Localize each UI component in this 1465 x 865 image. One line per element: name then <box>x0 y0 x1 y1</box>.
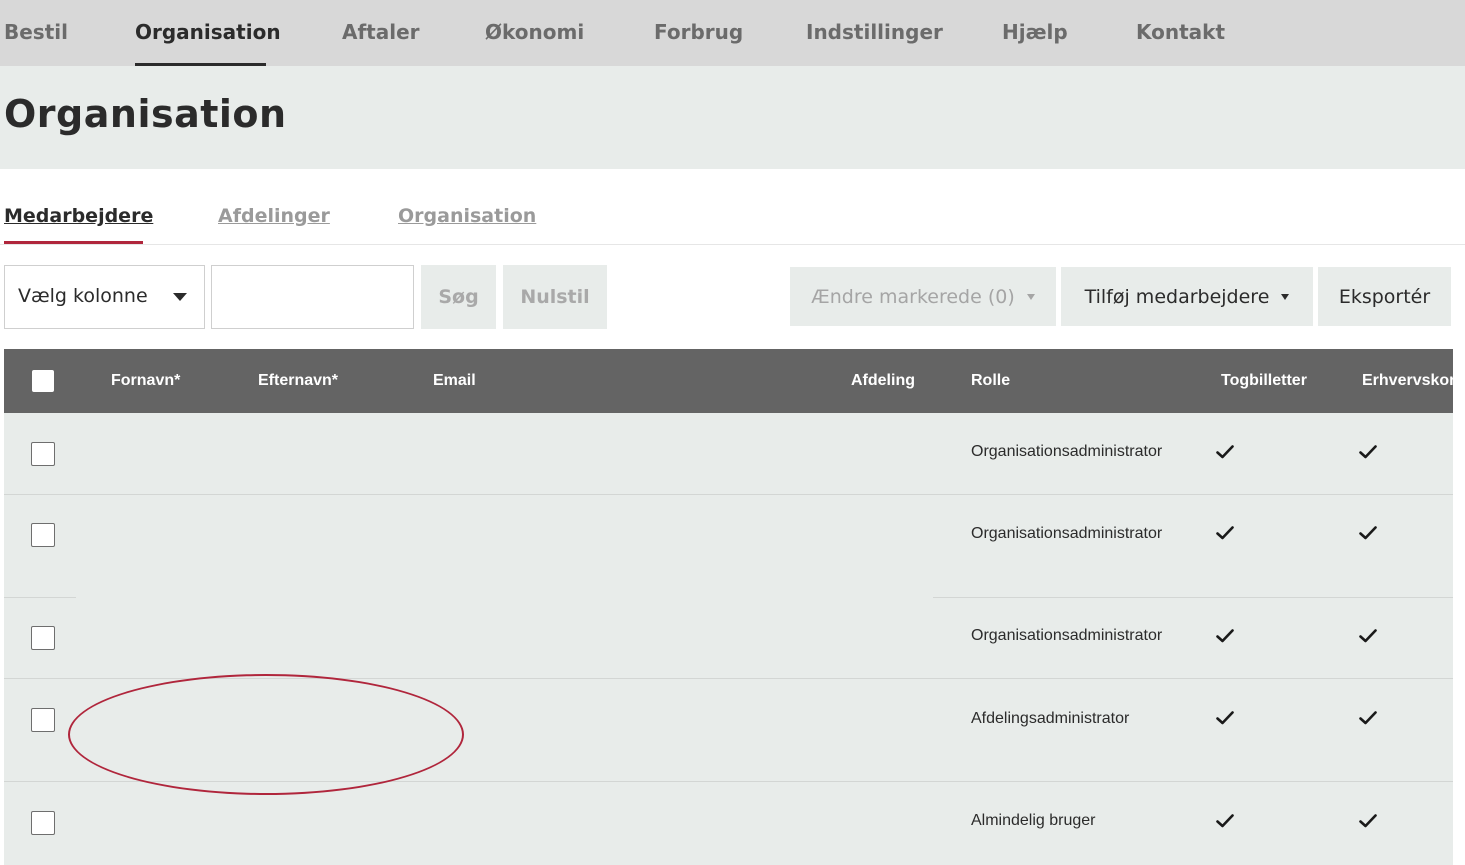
tab-afdelinger[interactable]: Afdelinger <box>218 205 330 227</box>
checkmark-icon <box>1216 711 1234 725</box>
nav-item-organisation[interactable]: Organisation <box>135 20 281 44</box>
tab-medarbejdere[interactable]: Medarbejdere <box>4 205 153 227</box>
table-row[interactable]: Almindelig bruger <box>4 782 1453 865</box>
table-row[interactable]: Organisationsadministrator <box>4 598 1453 678</box>
page-title: Organisation <box>4 92 287 136</box>
nav-item-hjaelp[interactable]: Hjælp <box>1002 20 1068 44</box>
reset-button-label: Nulstil <box>520 286 590 308</box>
role-cell: Organisationsadministrator <box>971 443 1163 460</box>
checkmark-icon <box>1359 445 1377 459</box>
table-row[interactable]: Organisationsadministrator <box>4 413 1453 494</box>
add-employees-label: Tilføj medarbejdere <box>1084 285 1270 308</box>
select-all-checkbox[interactable] <box>32 370 54 392</box>
nav-item-okonomi[interactable]: Økonomi <box>485 20 584 44</box>
change-selected-label: Ændre markerede (0) <box>811 285 1015 308</box>
chevron-down-icon <box>1281 293 1290 300</box>
nav-item-kontakt[interactable]: Kontakt <box>1136 20 1225 44</box>
checkmark-icon <box>1216 814 1234 828</box>
sub-tabs: Medarbejdere Afdelinger Organisation <box>0 170 1465 245</box>
checkmark-icon <box>1216 445 1234 459</box>
checkmark-icon <box>1359 629 1377 643</box>
column-header-department[interactable]: Afdeling <box>851 372 915 390</box>
column-header-first-name[interactable]: Fornavn* <box>111 372 180 390</box>
row-checkbox[interactable] <box>31 523 55 547</box>
checkmark-icon <box>1359 814 1377 828</box>
checkmark-icon <box>1359 526 1377 540</box>
checkmark-icon <box>1359 711 1377 725</box>
role-cell: Organisationsadministrator <box>971 525 1163 542</box>
role-cell: Afdelingsadministrator <box>971 710 1130 727</box>
change-selected-button[interactable]: Ændre markerede (0) <box>790 267 1056 326</box>
add-employees-button[interactable]: Tilføj medarbejdere <box>1061 267 1313 326</box>
column-header-last-name[interactable]: Efternavn* <box>258 372 338 390</box>
tab-organisation[interactable]: Organisation <box>398 205 536 227</box>
role-cell: Almindelig bruger <box>971 812 1096 829</box>
nav-item-indstillinger[interactable]: Indstillinger <box>806 20 943 44</box>
nav-item-forbrug[interactable]: Forbrug <box>654 20 743 44</box>
row-checkbox[interactable] <box>31 442 55 466</box>
top-navigation: Bestil Organisation Aftaler Økonomi Forb… <box>0 0 1465 66</box>
table-header: Fornavn* Efternavn* Email Afdeling Rolle… <box>4 349 1453 413</box>
export-button[interactable]: Eksportér <box>1318 267 1451 326</box>
reset-button[interactable]: Nulstil <box>503 265 607 329</box>
column-select-value: Vælg kolonne <box>18 285 148 307</box>
export-button-label: Eksportér <box>1338 285 1431 308</box>
column-header-business-card[interactable]: Erhvervskor <box>1362 372 1453 390</box>
role-cell: Organisationsadministrator <box>971 627 1163 644</box>
nav-item-bestil[interactable]: Bestil <box>4 20 68 44</box>
nav-item-aftaler[interactable]: Aftaler <box>342 20 420 44</box>
row-checkbox[interactable] <box>31 811 55 835</box>
checkmark-icon <box>1216 629 1234 643</box>
column-header-role[interactable]: Rolle <box>971 372 1010 390</box>
row-checkbox[interactable] <box>31 708 55 732</box>
column-header-train-tickets[interactable]: Togbilletter <box>1221 372 1307 390</box>
row-checkbox[interactable] <box>31 626 55 650</box>
column-header-email[interactable]: Email <box>433 372 476 390</box>
active-tab-indicator <box>4 241 143 244</box>
chevron-down-icon <box>173 293 187 301</box>
table-body: Organisationsadministrator Organisations… <box>4 413 1453 865</box>
search-button-label: Søg <box>438 286 479 308</box>
column-select[interactable]: Vælg kolonne <box>4 265 205 329</box>
page-header: Organisation <box>0 66 1465 169</box>
search-input[interactable] <box>211 265 414 329</box>
checkmark-icon <box>1216 526 1234 540</box>
search-button[interactable]: Søg <box>421 265 496 329</box>
table-row[interactable]: Organisationsadministrator <box>4 495 1453 597</box>
chevron-down-icon <box>1026 293 1035 300</box>
table-row[interactable]: Afdelingsadministrator <box>4 679 1453 781</box>
